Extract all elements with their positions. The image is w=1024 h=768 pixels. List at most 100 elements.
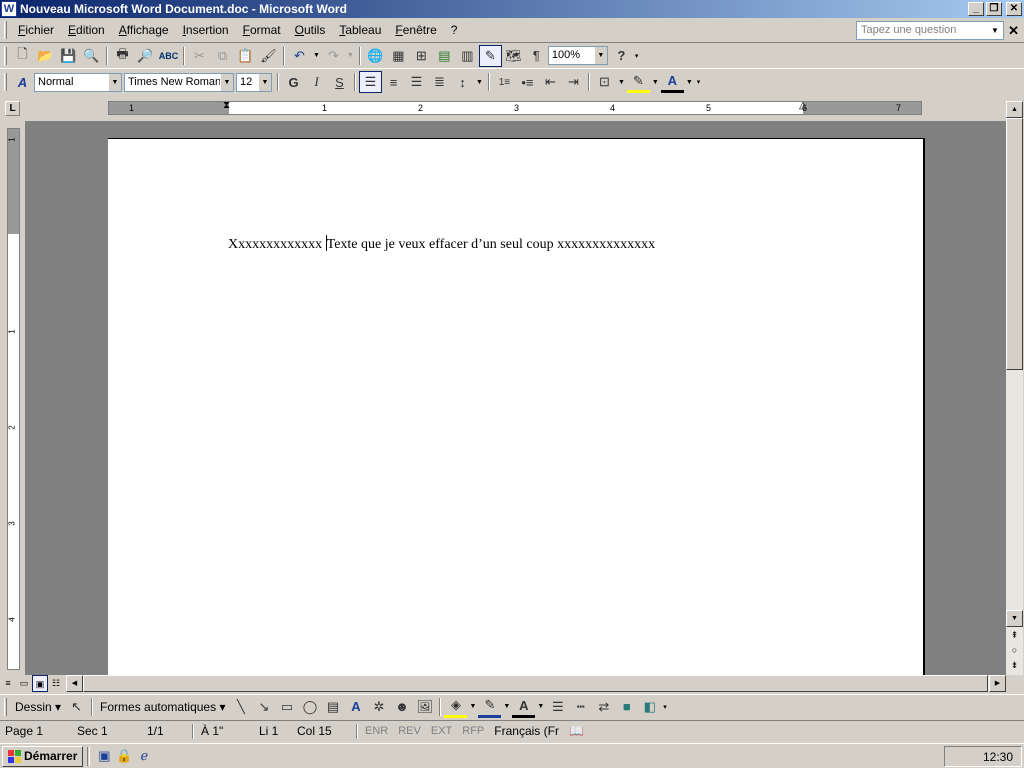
- text-box-icon[interactable]: ▤: [321, 696, 344, 718]
- chevron-down-icon[interactable]: ▼: [220, 73, 233, 91]
- diagram-icon[interactable]: ✲: [367, 696, 390, 718]
- font-size-select[interactable]: 12 ▼: [236, 72, 272, 92]
- increase-indent-icon[interactable]: ⇥: [562, 71, 585, 93]
- tables-borders-icon[interactable]: ▦: [387, 45, 410, 67]
- insert-picture-icon[interactable]: 🖼: [413, 696, 436, 718]
- hyperlink-icon[interactable]: 🌐: [364, 45, 387, 67]
- menu-tableau[interactable]: Tableau: [332, 21, 388, 39]
- chevron-down-icon[interactable]: ▼: [686, 79, 693, 86]
- toolbar-options-icon[interactable]: ▾: [697, 78, 701, 86]
- status-revisions[interactable]: REV: [393, 725, 426, 737]
- wordart-icon[interactable]: A: [344, 696, 367, 718]
- new-document-icon[interactable]: 🗋: [11, 45, 34, 67]
- permission-icon[interactable]: 🔍: [80, 45, 103, 67]
- toolbar-options-icon[interactable]: ▾: [663, 703, 667, 711]
- styles-icon[interactable]: A: [11, 71, 34, 93]
- oval-icon[interactable]: ◯: [298, 696, 321, 718]
- font-select[interactable]: Times New Roman ▼: [124, 72, 234, 92]
- line-spacing-icon[interactable]: ↕: [451, 71, 474, 93]
- insert-table-icon[interactable]: ⊞: [410, 45, 433, 67]
- horizontal-scroll-thumb[interactable]: [83, 675, 988, 692]
- menu-insertion[interactable]: Insertion: [176, 21, 236, 39]
- menu-format[interactable]: Format: [236, 21, 288, 39]
- chevron-down-icon[interactable]: ▼: [652, 79, 659, 86]
- fill-color-icon[interactable]: ◈: [444, 696, 468, 718]
- strikethrough-button[interactable]: S: [328, 71, 351, 93]
- print-icon[interactable]: 🖶: [111, 45, 134, 67]
- insert-excel-icon[interactable]: ▤: [433, 45, 456, 67]
- align-right-icon[interactable]: ☰: [405, 71, 428, 93]
- document-text-line[interactable]: Xxxxxxxxxxxxx Texte que je veux effacer …: [228, 235, 655, 253]
- print-layout-icon[interactable]: ▣: [32, 675, 48, 692]
- justify-icon[interactable]: ≣: [428, 71, 451, 93]
- security-icon[interactable]: 🔒: [114, 746, 134, 766]
- previous-page-icon[interactable]: ⇞: [1006, 628, 1023, 643]
- status-overtype[interactable]: RFP: [457, 725, 489, 737]
- help-icon[interactable]: ?: [610, 45, 633, 67]
- print-preview-icon[interactable]: 🔎: [134, 45, 157, 67]
- chevron-down-icon[interactable]: ▼: [503, 703, 510, 710]
- dash-style-icon[interactable]: ┅: [569, 696, 592, 718]
- align-center-icon[interactable]: ≡: [382, 71, 405, 93]
- normal-view-icon[interactable]: ≡: [0, 675, 16, 692]
- chevron-down-icon[interactable]: ▼: [618, 79, 625, 86]
- decrease-indent-icon[interactable]: ⇤: [539, 71, 562, 93]
- zoom-select[interactable]: 100% ▼: [547, 46, 608, 65]
- line-style-icon[interactable]: ☰: [546, 696, 569, 718]
- menu-help[interactable]: ?: [444, 21, 465, 39]
- scroll-right-button[interactable]: ▶: [989, 675, 1006, 692]
- drawing-icon[interactable]: ✎: [478, 44, 502, 67]
- ask-question-input[interactable]: Tapez une question ▼: [856, 21, 1004, 40]
- scroll-left-button[interactable]: ◀: [66, 675, 83, 692]
- document-map-icon[interactable]: 🗺: [502, 45, 525, 67]
- left-indent-marker[interactable]: ⧗: [223, 100, 230, 111]
- open-folder-icon[interactable]: 📂: [34, 45, 57, 67]
- tab-selector-button[interactable]: L: [5, 101, 20, 116]
- chevron-down-icon[interactable]: ▼: [593, 47, 607, 64]
- horizontal-scrollbar[interactable]: ◀ ▶: [66, 675, 1006, 692]
- chevron-down-icon[interactable]: ▼: [347, 52, 354, 59]
- toolbar-grip[interactable]: [4, 73, 7, 91]
- close-window-button[interactable]: ✕: [1006, 2, 1022, 16]
- format-painter-icon[interactable]: 🖌: [257, 45, 280, 67]
- next-page-icon[interactable]: ⇟: [1006, 658, 1023, 673]
- highlight-icon[interactable]: ✎: [626, 71, 650, 93]
- clip-art-icon[interactable]: ☻: [390, 696, 413, 718]
- vertical-scrollbar[interactable]: ▲ ▼ ⇞ ○ ⇟: [1006, 101, 1023, 675]
- select-objects-icon[interactable]: ↖: [65, 696, 88, 718]
- scroll-up-button[interactable]: ▲: [1006, 101, 1023, 118]
- toolbar-grip[interactable]: [4, 697, 7, 716]
- copy-icon[interactable]: ⧉: [211, 45, 234, 67]
- bullets-icon[interactable]: •≡: [516, 71, 539, 93]
- outline-view-icon[interactable]: ☷: [48, 675, 64, 692]
- close-document-button[interactable]: ✕: [1008, 23, 1019, 39]
- font-color-icon[interactable]: A: [512, 696, 536, 718]
- columns-icon[interactable]: ▥: [456, 45, 479, 67]
- word-app-icon[interactable]: W: [1, 1, 17, 17]
- chevron-down-icon[interactable]: ▼: [476, 79, 483, 86]
- horizontal-ruler[interactable]: 1 1 2 3 4 5 6 7 ⧗ △: [108, 100, 922, 115]
- italic-button[interactable]: I: [305, 71, 328, 93]
- web-view-icon[interactable]: ▭: [16, 675, 32, 692]
- menu-edition[interactable]: Edition: [61, 21, 112, 39]
- autoshapes-menu-button[interactable]: Formes automatiques ▾: [96, 700, 229, 714]
- save-icon[interactable]: 💾: [57, 45, 80, 67]
- chevron-down-icon[interactable]: ▼: [988, 23, 1002, 38]
- chevron-down-icon[interactable]: ▾: [635, 52, 639, 60]
- spelling-icon[interactable]: ABC: [157, 45, 180, 67]
- shadow-icon[interactable]: ■: [615, 696, 638, 718]
- menu-fenetre[interactable]: Fenêtre: [388, 21, 443, 39]
- arrow-style-icon[interactable]: ⇄: [592, 696, 615, 718]
- status-record[interactable]: ENR: [360, 725, 393, 737]
- chevron-down-icon[interactable]: ▼: [108, 73, 121, 91]
- rectangle-icon[interactable]: ▭: [275, 696, 298, 718]
- minimize-button[interactable]: _: [968, 2, 984, 16]
- toolbar-grip[interactable]: [4, 46, 7, 65]
- internet-explorer-icon[interactable]: ℯ: [134, 746, 154, 766]
- line-icon[interactable]: ╲: [229, 696, 252, 718]
- chevron-down-icon[interactable]: ▼: [537, 703, 544, 710]
- spelling-status-icon[interactable]: 📖: [564, 724, 589, 738]
- redo-icon[interactable]: ↷: [322, 45, 345, 67]
- paste-icon[interactable]: 📋: [234, 45, 257, 67]
- menu-affichage[interactable]: Affichage: [112, 21, 176, 39]
